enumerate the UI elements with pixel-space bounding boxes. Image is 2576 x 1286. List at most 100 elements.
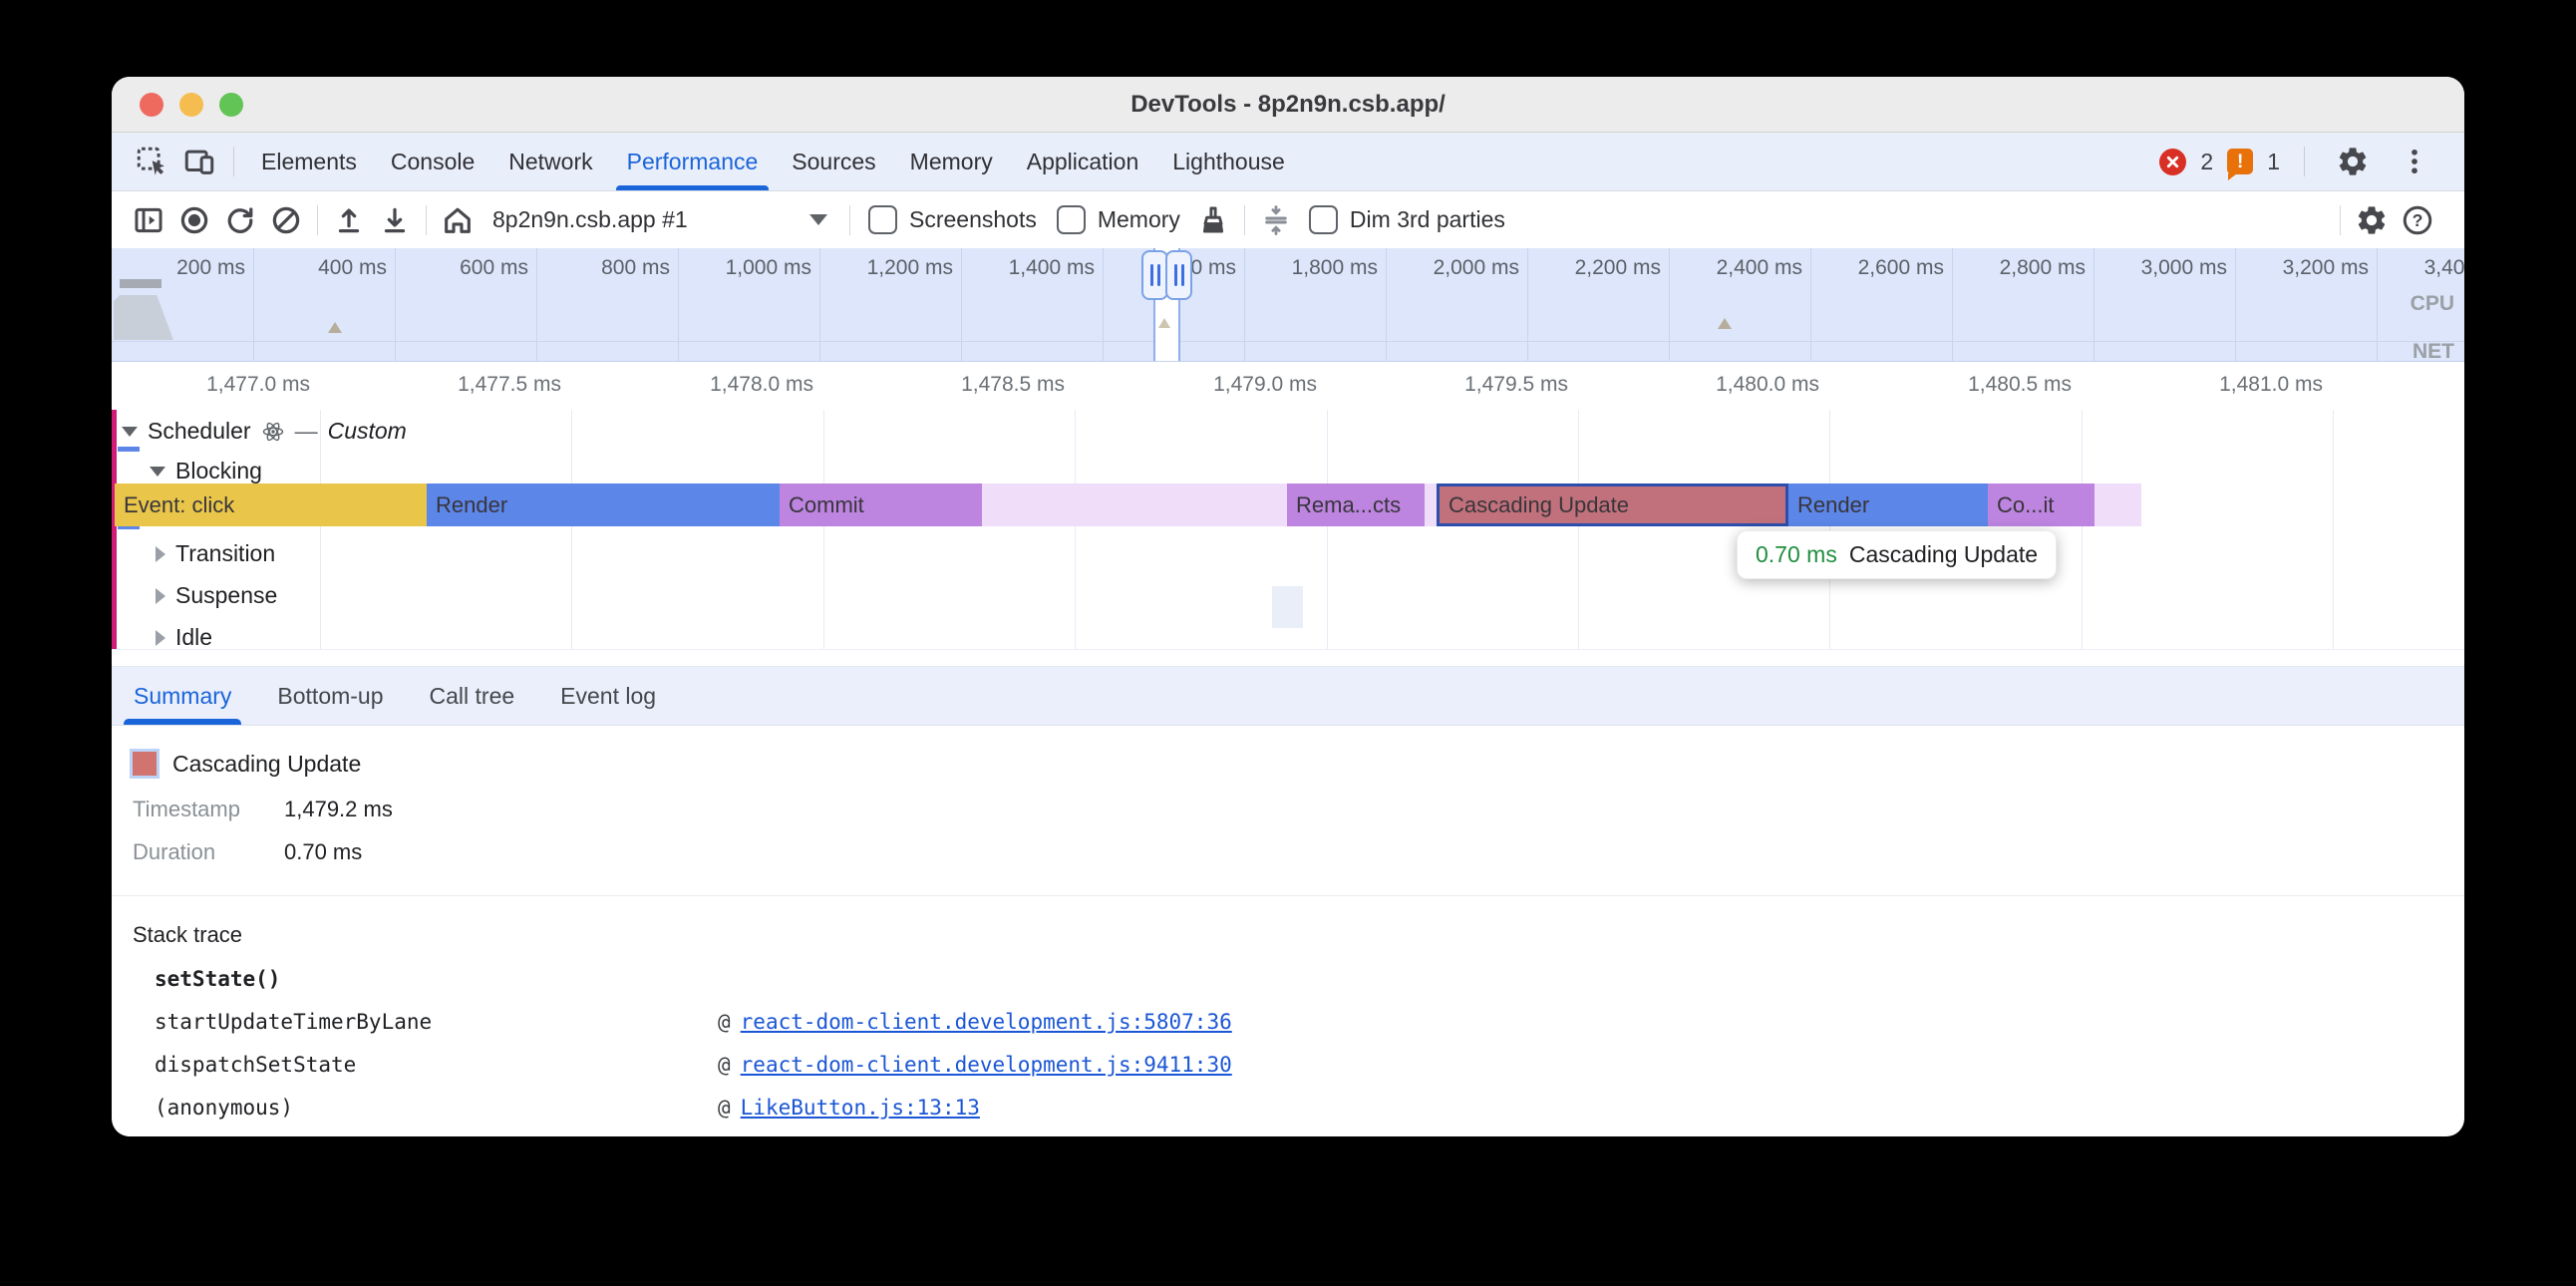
garbage-collect-button[interactable] [1190, 197, 1236, 243]
event-event-click[interactable]: Event: click [115, 483, 427, 526]
tab-performance[interactable]: Performance [610, 133, 776, 190]
overview-tick-label: 3,200 ms [2209, 256, 2369, 280]
close-window-button[interactable] [140, 93, 163, 117]
stack-frame-at: @ [718, 1096, 731, 1120]
tab-elements[interactable]: Elements [244, 133, 374, 190]
track-gridline [2333, 410, 2334, 649]
source-link[interactable]: react-dom-client.development.js:9411:30 [741, 1053, 1232, 1077]
duration-row: Duration 0.70 ms [133, 839, 2464, 865]
event-render[interactable]: Render [1788, 483, 1988, 526]
lane-transition[interactable]: Transition [156, 540, 275, 567]
toggle-sidebar-button[interactable] [126, 197, 171, 243]
tab-bottom-up[interactable]: Bottom-up [277, 667, 383, 725]
event-cascading-update[interactable]: Cascading Update [1437, 483, 1788, 526]
performance-toolbar: 8p2n9n.csb.app #1 Screenshots Memory [112, 191, 2464, 248]
settings-button[interactable] [2329, 138, 2377, 185]
ruler-tick-label: 1,479.0 ms [1147, 373, 1317, 397]
stack-frame-at: @ [718, 1010, 731, 1034]
timeline-overview[interactable]: 200 ms400 ms600 ms800 ms1,000 ms1,200 ms… [112, 248, 2464, 362]
overview-tick-label: 2,600 ms [1784, 256, 1944, 280]
record-button[interactable] [171, 197, 217, 243]
separator [849, 205, 850, 235]
home-button[interactable] [435, 197, 481, 243]
save-profile-button[interactable] [372, 197, 418, 243]
record-and-reload-button[interactable] [217, 197, 263, 243]
event-segment[interactable] [982, 483, 1287, 526]
tab-application[interactable]: Application [1010, 133, 1156, 190]
hover-highlight-rect [1272, 586, 1303, 628]
inspect-cursor-icon [135, 145, 168, 178]
event-rema-cts[interactable]: Rema...cts [1287, 483, 1425, 526]
lane-idle[interactable]: Idle [156, 624, 212, 650]
devtools-window: DevTools - 8p2n9n.csb.app/ ElementsConso… [112, 77, 2464, 1136]
overview-tick-label: 3,400 ms [2351, 256, 2464, 280]
stack-trace-heading: Stack trace [133, 922, 2464, 948]
source-link[interactable]: react-dom-client.development.js:5807:36 [741, 1010, 1232, 1034]
scheduler-track-tag: Custom [328, 418, 407, 445]
chevron-expanded-icon[interactable] [122, 427, 138, 437]
event-segment[interactable] [2094, 483, 2141, 526]
tab-call-tree[interactable]: Call tree [430, 667, 515, 725]
dim-3rd-parties-label: Dim 3rd parties [1350, 206, 1505, 233]
separator [317, 205, 318, 235]
memory-checkbox[interactable]: Memory [1057, 205, 1180, 234]
tab-console[interactable]: Console [374, 133, 491, 190]
overview-tick-label: 400 ms [227, 256, 387, 280]
overview-tick-label: 3,000 ms [2068, 256, 2227, 280]
scheduler-track-header[interactable]: Scheduler — Custom [122, 418, 407, 445]
source-link[interactable]: LikeButton.js:13:13 [741, 1096, 980, 1120]
chevron-collapsed-icon[interactable] [156, 630, 165, 646]
tab-event-log[interactable]: Event log [560, 667, 656, 725]
load-profile-button[interactable] [326, 197, 372, 243]
event-co-it[interactable]: Co...it [1988, 483, 2094, 526]
tab-network[interactable]: Network [491, 133, 609, 190]
track-gridline [823, 410, 824, 649]
tab-memory[interactable]: Memory [893, 133, 1010, 190]
timestamp-value: 1,479.2 ms [284, 797, 393, 822]
chevron-collapsed-icon[interactable] [156, 546, 165, 562]
selection-right-handle[interactable] [1165, 250, 1192, 300]
ruler-tick-label: 1,479.5 ms [1399, 373, 1568, 397]
lane-suspense[interactable]: Suspense [156, 582, 277, 609]
overview-tick-label: 1,000 ms [652, 256, 811, 280]
ruler-tick-label: 1,477.0 ms [141, 373, 310, 397]
dim-3rd-parties-checkbox[interactable]: Dim 3rd parties [1309, 205, 1505, 234]
tooltip-label: Cascading Update [1849, 541, 2038, 568]
event-render[interactable]: Render [427, 483, 780, 526]
selection-left-handle[interactable] [1141, 250, 1168, 300]
timeline-ruler[interactable]: 1,477.0 ms1,477.5 ms1,478.0 ms1,478.5 ms… [112, 362, 2464, 410]
capture-settings-button[interactable] [2349, 197, 2395, 243]
error-count-icon[interactable] [2159, 149, 2186, 175]
memory-label: Memory [1098, 206, 1180, 233]
flame-chart[interactable]: Scheduler — Custom Blocking Event: click… [112, 410, 2464, 650]
collapse-sanity-button[interactable] [1253, 197, 1299, 243]
clear-button[interactable] [263, 197, 309, 243]
track-gridline [1075, 410, 1076, 649]
help-button[interactable]: ? [2395, 197, 2440, 243]
event-commit[interactable]: Commit [780, 483, 982, 526]
tab-lighthouse[interactable]: Lighthouse [1155, 133, 1302, 190]
toolbar-right: ? [2332, 197, 2464, 243]
inspect-element-button[interactable] [128, 138, 175, 185]
more-options-button[interactable] [2391, 138, 2438, 185]
warning-count-icon[interactable]: ! [2227, 149, 2253, 174]
chevron-expanded-icon[interactable] [150, 467, 165, 477]
tab-sources[interactable]: Sources [775, 133, 892, 190]
lane-blocking[interactable]: Blocking [150, 458, 262, 484]
duration-label: Duration [133, 839, 284, 865]
screenshots-checkbox[interactable]: Screenshots [868, 205, 1037, 234]
overview-tick-label: 2,200 ms [1501, 256, 1661, 280]
summary-pane: Cascading Update Timestamp 1,479.2 ms Du… [112, 726, 2464, 1120]
history-select[interactable]: 8p2n9n.csb.app #1 [481, 206, 841, 233]
device-toolbar-button[interactable] [175, 138, 223, 185]
selection-marker-icon [1158, 318, 1170, 328]
timestamp-row: Timestamp 1,479.2 ms [133, 797, 2464, 822]
event-segment[interactable] [1425, 483, 1437, 526]
minimize-window-button[interactable] [179, 93, 203, 117]
track-gridline [1829, 410, 1830, 649]
react-atom-icon [261, 420, 285, 444]
zoom-window-button[interactable] [219, 93, 243, 117]
event-tooltip: 0.70 ms Cascading Update [1737, 530, 2057, 579]
tab-summary[interactable]: Summary [134, 667, 231, 725]
chevron-collapsed-icon[interactable] [156, 588, 165, 604]
